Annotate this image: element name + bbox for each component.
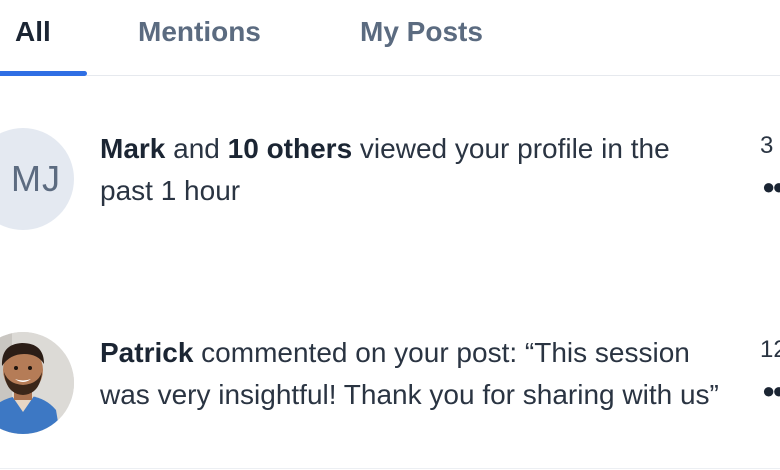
notification-connector: and [165, 133, 228, 164]
active-tab-indicator [0, 71, 87, 76]
more-dots-icon[interactable]: ●●● [762, 176, 780, 198]
notification-item[interactable]: Patrick commented on your post: “This se… [0, 332, 780, 470]
notification-tabs: All Mentions My Posts [0, 0, 780, 76]
tab-all[interactable]: All [15, 14, 51, 50]
avatar[interactable]: MJ [0, 128, 74, 230]
timestamp: 3 [760, 132, 774, 159]
actor-name[interactable]: Patrick [100, 337, 193, 368]
avatar[interactable] [0, 332, 74, 434]
notification-text: Patrick commented on your post: “This se… [100, 332, 720, 416]
avatar-initials: MJ [11, 158, 61, 199]
actor-name[interactable]: Mark [100, 133, 165, 164]
others-count[interactable]: 10 others [228, 133, 353, 164]
more-dots-icon[interactable]: ●●● [762, 380, 780, 402]
list-divider [0, 468, 780, 469]
tab-my-posts[interactable]: My Posts [360, 14, 483, 50]
notification-item[interactable]: MJ Mark and 10 others viewed your profil… [0, 128, 780, 238]
tab-mentions[interactable]: Mentions [138, 14, 261, 50]
notifications-panel: All Mentions My Posts MJ Mark and 10 oth… [0, 0, 780, 470]
avatar-photo-icon [0, 332, 74, 434]
notification-message: commented on your post: “This session wa… [100, 337, 719, 410]
timestamp: 12 [760, 336, 780, 363]
notification-text: Mark and 10 others viewed your profile i… [100, 128, 720, 212]
